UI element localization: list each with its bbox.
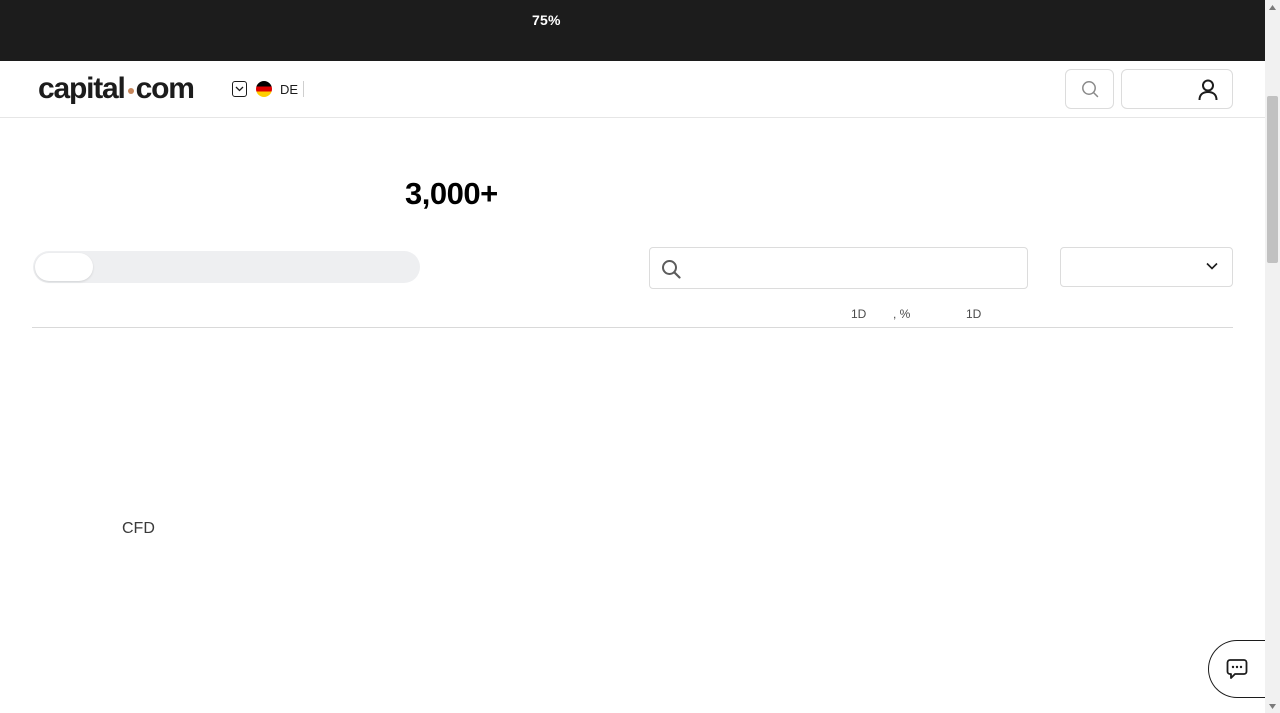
page-scrollbar[interactable] bbox=[1265, 0, 1280, 713]
chevron-down-icon bbox=[1206, 262, 1218, 270]
capital-com-logo[interactable]: capital com bbox=[38, 71, 195, 107]
chevron-down-icon bbox=[235, 86, 244, 92]
market-search-input[interactable] bbox=[690, 248, 1020, 288]
risk-warning-banner: 75% bbox=[0, 0, 1265, 61]
germany-flag-icon[interactable] bbox=[256, 81, 272, 97]
scroll-down-arrow[interactable] bbox=[1265, 699, 1280, 713]
user-icon bbox=[1198, 79, 1218, 101]
triangle-down-icon bbox=[1269, 703, 1276, 709]
table-header-divider bbox=[32, 327, 1233, 328]
triangle-up-icon bbox=[1269, 4, 1276, 10]
cfd-label: CFD bbox=[122, 520, 155, 537]
header-divider bbox=[303, 81, 304, 97]
page: 75% capital com DE 3,000+ 1D , % 1D CFD bbox=[0, 0, 1280, 713]
account-button[interactable] bbox=[1121, 69, 1233, 109]
site-header: capital com DE bbox=[0, 61, 1265, 118]
search-icon bbox=[662, 260, 681, 279]
scroll-up-arrow[interactable] bbox=[1265, 0, 1280, 14]
language-code[interactable]: DE bbox=[280, 82, 298, 97]
language-dropdown-toggle[interactable] bbox=[232, 81, 247, 97]
category-select[interactable] bbox=[1060, 247, 1233, 287]
market-type-toggle[interactable] bbox=[33, 251, 420, 283]
header-search-button[interactable] bbox=[1065, 69, 1114, 109]
chat-button[interactable] bbox=[1208, 640, 1268, 698]
column-header-change-1d[interactable]: 1D bbox=[851, 307, 866, 321]
search-icon bbox=[1081, 81, 1098, 98]
logo-dot bbox=[127, 88, 134, 94]
scroll-thumb[interactable] bbox=[1267, 96, 1278, 263]
markets-count-heading: 3,000+ bbox=[405, 176, 498, 211]
chat-bubble-icon bbox=[1226, 659, 1248, 679]
logo-text-left: capital bbox=[38, 72, 126, 105]
logo-text-right: com bbox=[135, 72, 195, 105]
toggle-knob[interactable] bbox=[35, 253, 93, 281]
market-search-box[interactable] bbox=[649, 247, 1028, 289]
column-header-chart-1d[interactable]: 1D bbox=[966, 307, 981, 321]
column-header-change-percent[interactable]: , % bbox=[893, 307, 910, 321]
risk-percentage: 75% bbox=[532, 12, 561, 28]
